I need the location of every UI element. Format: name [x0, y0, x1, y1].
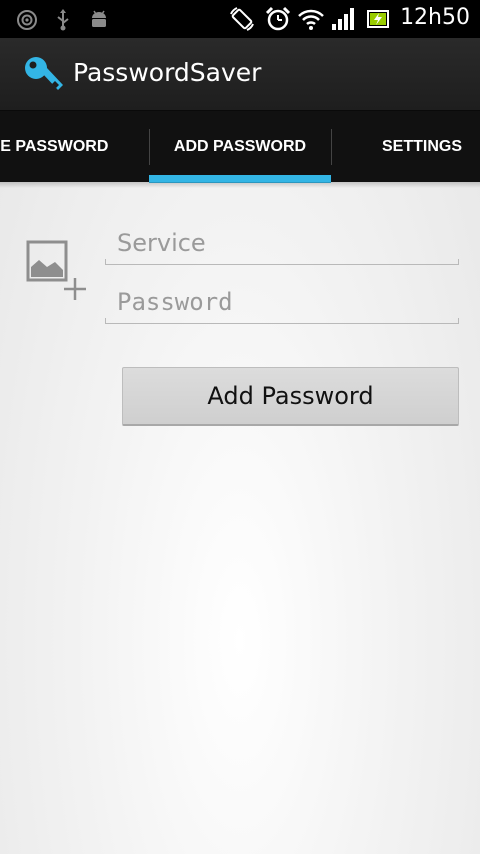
rotate-icon [230, 7, 254, 31]
action-bar: PasswordSaver [0, 38, 480, 110]
wifi-icon [298, 9, 324, 30]
tab-use-password[interactable]: USE PASSWORD [0, 111, 108, 183]
signal-icon [332, 8, 354, 30]
usb-icon [57, 9, 69, 31]
password-underline [105, 318, 459, 324]
key-icon[interactable] [22, 54, 64, 94]
tab-settings[interactable]: SETTINGS [382, 111, 462, 183]
status-time: 12h50 [400, 5, 470, 30]
radio-icon [17, 10, 37, 30]
tab-add-password[interactable]: ADD PASSWORD [149, 111, 331, 183]
tab-bar: USE PASSWORD ADD PASSWORD SETTINGS [0, 110, 480, 183]
add-image-icon[interactable] [26, 240, 88, 302]
status-bar: 12h50 [0, 0, 480, 38]
tab-divider [331, 129, 332, 165]
android-debug-icon [92, 10, 106, 27]
tab-shadow [0, 182, 480, 188]
add-password-button[interactable]: Add Password [122, 367, 459, 426]
service-underline [105, 259, 459, 265]
battery-charging-icon [367, 10, 389, 28]
app-title: PasswordSaver [73, 58, 262, 87]
alarm-clock-icon [265, 6, 291, 31]
